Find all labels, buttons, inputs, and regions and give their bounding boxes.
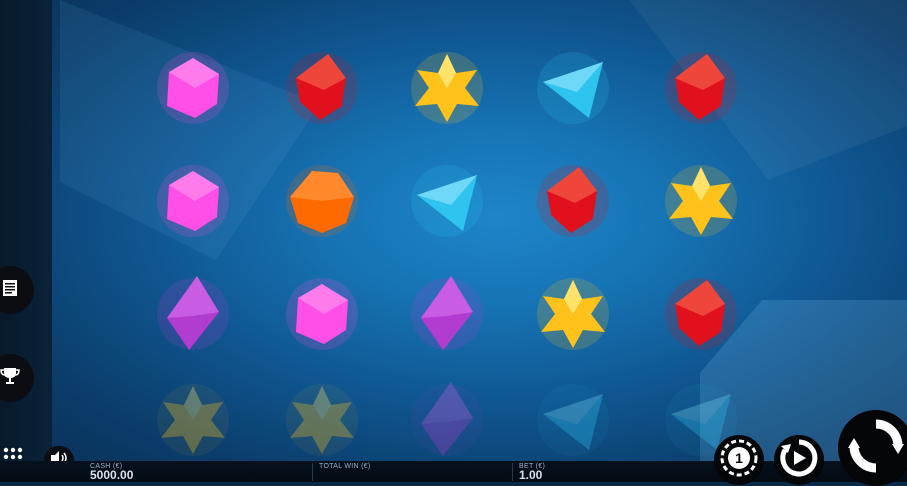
left-rail (0, 0, 52, 482)
spin-button[interactable] (838, 410, 907, 486)
total-win-label: TOTAL WIN (€) (319, 463, 371, 470)
meter-divider (512, 463, 513, 481)
purple-gem-symbol (153, 274, 233, 354)
purple-gem-symbol (407, 274, 487, 354)
pink-gem-symbol (153, 161, 233, 241)
star-gem-symbol (533, 274, 613, 354)
star-gem-symbol (282, 380, 362, 460)
bet-meter: BET (€) 1.00 (519, 461, 679, 482)
meter-divider (312, 463, 313, 481)
cash-meter: CASH (€) 5000.00 (90, 461, 290, 482)
pink-gem-symbol (153, 48, 233, 128)
orange-gem-symbol (282, 161, 362, 241)
spin-icon (846, 416, 906, 481)
bet-label: BET (€) (519, 463, 546, 470)
paytable-icon (0, 277, 21, 304)
red-gem-symbol (661, 48, 741, 128)
red-gem-symbol (661, 274, 741, 354)
bet-level-button[interactable]: 1 (714, 435, 764, 485)
cash-value: 5000.00 (90, 468, 134, 482)
blue-gem-symbol (533, 48, 613, 128)
star-gem-symbol (153, 380, 233, 460)
svg-text:1: 1 (735, 450, 743, 466)
red-gem-symbol (282, 48, 362, 128)
bet-value: 1.00 (519, 468, 543, 482)
autoplay-icon (779, 438, 819, 483)
star-gem-symbol (407, 48, 487, 128)
autoplay-button[interactable] (774, 435, 824, 485)
blue-gem-symbol (407, 161, 487, 241)
total-win-meter: TOTAL WIN (€) (319, 461, 499, 482)
game-stage (0, 0, 907, 482)
purple-gem-symbol (407, 380, 487, 460)
blue-gem-symbol (533, 380, 613, 460)
coin-bet-icon: 1 (719, 438, 759, 483)
pink-gem-symbol (282, 274, 362, 354)
red-gem-symbol (533, 161, 613, 241)
star-gem-symbol (661, 161, 741, 241)
trophy-icon (0, 365, 21, 392)
